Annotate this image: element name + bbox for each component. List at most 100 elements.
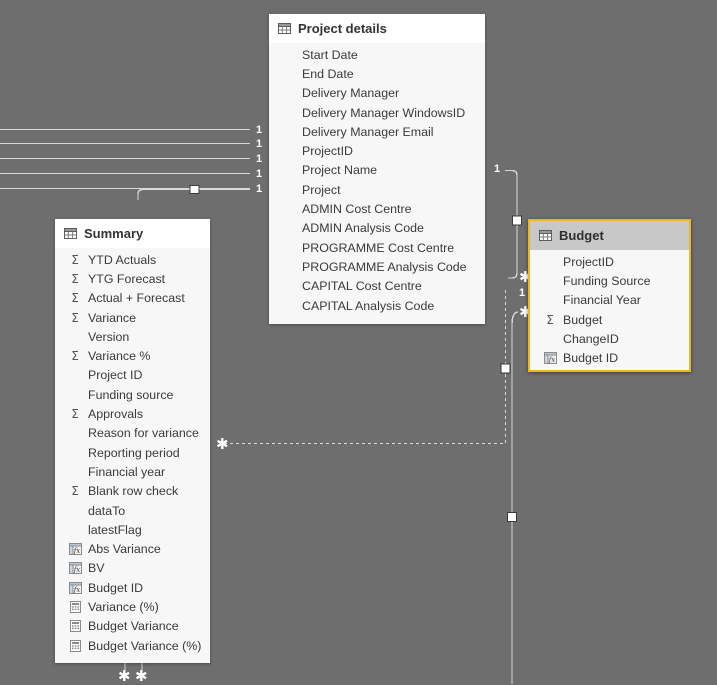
field-row[interactable]: Project ID [55,366,210,385]
field-row[interactable]: Variance (%) [55,597,210,616]
table-header[interactable]: Project details [269,14,485,43]
cardinality-many-summary-right: ✱ [216,435,229,453]
field-label: ADMIN Cost Centre [302,202,412,217]
field-list: Σ YTD Actuals Σ YTG Forecast Σ Actual + Forec… [55,248,210,664]
field-icon: fx [67,581,83,594]
field-label: CAPITAL Cost Centre [302,279,422,294]
measure-icon [69,639,81,652]
relationship-handle-summary [189,185,200,194]
field-label: CAPITAL Analysis Code [302,298,435,313]
field-row[interactable]: Reporting period [55,443,210,462]
field-label: Abs Variance [88,542,161,557]
field-row[interactable]: Budget Variance (%) [55,636,210,655]
field-label: YTD Actuals [88,252,157,267]
field-row[interactable]: Start Date [269,45,485,64]
svg-text:fx: fx [72,566,80,574]
table-icon [64,228,77,239]
field-row[interactable]: Σ Variance % [55,346,210,365]
field-row[interactable]: ADMIN Analysis Code [269,219,485,238]
field-row[interactable]: Σ Variance [55,308,210,327]
field-row[interactable]: ProjectID [269,141,485,160]
field-row[interactable]: Financial Year [530,291,689,310]
field-row[interactable]: ChangeID [530,329,689,348]
field-label: Budget Variance (%) [88,638,202,653]
table-icon [278,23,291,34]
field-label: Financial Year [563,293,641,308]
field-row[interactable]: PROGRAMME Cost Centre [269,238,485,257]
field-row[interactable]: Budget Variance [55,617,210,636]
field-label: Actual + Forecast [88,291,185,306]
sigma-icon: Σ [71,407,79,422]
calculated-column-icon: fx [543,352,557,365]
field-row[interactable]: Funding Source [530,271,689,290]
measure-icon [69,600,81,613]
field-label: YTG Forecast [88,271,166,286]
field-row[interactable]: Σ YTD Actuals [55,250,210,269]
field-row[interactable]: fx Budget ID [55,578,210,597]
cardinality-one-left-2: 1 [256,138,263,150]
cardinality-many-summary-bottom-b: ✱ [135,667,148,685]
field-row[interactable]: End Date [269,64,485,83]
field-row[interactable]: dataTo [55,501,210,520]
table-header[interactable]: Budget [530,221,689,250]
field-row[interactable]: fx Budget ID [530,348,689,367]
model-diagram-canvas[interactable]: 1 1 1 1 1 1 ✱ 1 ✱ ✱ ✱ ✱ Project details S… [0,0,717,684]
field-label: ProjectID [563,254,614,269]
field-row[interactable]: Σ Budget [530,310,689,329]
field-row[interactable]: PROGRAMME Analysis Code [269,257,485,276]
field-row[interactable]: Σ YTG Forecast [55,269,210,288]
relationship-line-budget-lower [511,311,519,684]
field-row[interactable]: CAPITAL Cost Centre [269,277,485,296]
field-icon [67,620,83,633]
cardinality-one-left-1: 1 [256,124,263,136]
table-header[interactable]: Summary [55,219,210,248]
field-label: Project Name [302,163,378,178]
field-row[interactable]: Reason for variance [55,424,210,443]
field-label: Variance % [88,349,151,364]
svg-text:fx: fx [72,585,80,593]
field-row[interactable]: Funding source [55,385,210,404]
field-row[interactable]: Delivery Manager Email [269,122,485,141]
field-row[interactable]: Financial year [55,462,210,481]
field-label: Funding Source [563,273,651,288]
table-card-summary[interactable]: Summary Σ YTD Actuals Σ YTG Forecast Σ Actual … [55,219,210,663]
field-label: ProjectID [302,144,353,159]
field-icon [67,639,83,652]
field-row[interactable]: Version [55,327,210,346]
field-row[interactable]: Delivery Manager WindowsID [269,103,485,122]
sigma-icon: Σ [71,484,79,499]
field-row[interactable]: Delivery Manager [269,84,485,103]
cardinality-one-left-3: 1 [256,153,263,165]
field-label: PROGRAMME Analysis Code [302,259,467,274]
svg-text:fx: fx [547,356,555,364]
field-label: dataTo [88,503,126,518]
field-label: Approvals [88,407,144,422]
field-row[interactable]: ProjectID [530,252,689,271]
field-row[interactable]: Σ Approvals [55,404,210,423]
field-label: Budget Variance [88,619,179,634]
field-label: Delivery Manager WindowsID [302,105,466,120]
sigma-icon: Σ [71,349,79,364]
relationship-handle-lower [507,512,517,522]
field-row[interactable]: Project Name [269,161,485,180]
field-row[interactable]: CAPITAL Analysis Code [269,296,485,315]
field-row[interactable]: fx Abs Variance [55,539,210,558]
table-card-project-details[interactable]: Project details Start Date End Date Deliver… [269,14,485,324]
calculated-column-icon: fx [68,581,82,594]
field-row[interactable]: Project [269,180,485,199]
field-row[interactable]: latestFlag [55,520,210,539]
field-label: ChangeID [563,331,619,346]
field-icon: Σ [67,292,83,304]
field-list: Start Date End Date Delivery Manager Delive… [269,43,485,324]
field-row[interactable]: Σ Actual + Forecast [55,289,210,308]
table-card-budget[interactable]: Budget ProjectID Funding Source Financial Y… [528,219,691,372]
field-row[interactable]: Σ Blank row check [55,482,210,501]
field-row[interactable]: fx BV [55,559,210,578]
table-title: Summary [84,226,144,241]
cardinality-one-projectdetails: 1 [494,163,501,175]
field-label: Version [88,329,130,344]
field-row[interactable]: ADMIN Cost Centre [269,199,485,218]
measure-icon [69,620,81,633]
field-label: Budget ID [563,351,619,366]
calculated-column-icon: fx [68,562,82,575]
